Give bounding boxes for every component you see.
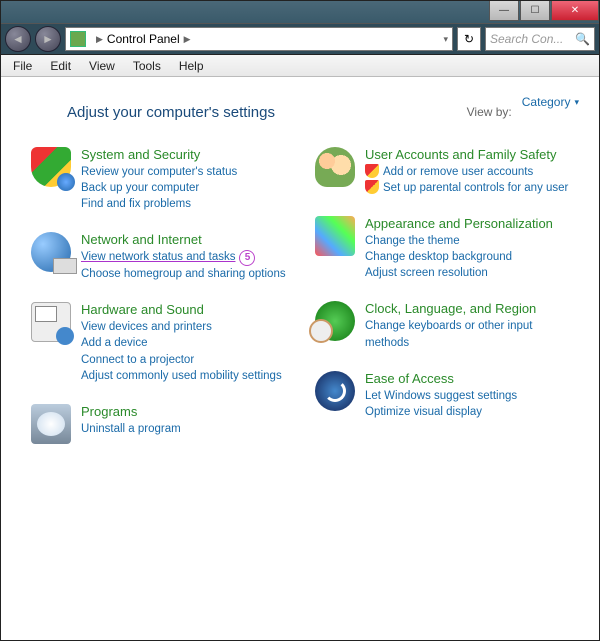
category-heading[interactable]: User Accounts and Family Safety bbox=[365, 147, 568, 162]
category-clock-language: Clock, Language, and Region Change keybo… bbox=[315, 301, 579, 350]
view-by-label: View by: bbox=[467, 105, 512, 119]
task-link[interactable]: Set up parental controls for any user bbox=[365, 180, 568, 196]
task-link[interactable]: Choose homegroup and sharing options bbox=[81, 266, 286, 282]
task-link[interactable]: Change keyboards or other input methods bbox=[365, 318, 579, 350]
category-appearance: Appearance and Personalization Change th… bbox=[315, 216, 579, 281]
task-link[interactable]: Uninstall a program bbox=[81, 421, 181, 437]
category-network-internet: Network and Internet View network status… bbox=[31, 232, 295, 282]
task-link[interactable]: Change the theme bbox=[365, 233, 553, 249]
task-link[interactable]: View devices and printers bbox=[81, 319, 282, 335]
network-internet-icon[interactable] bbox=[31, 232, 71, 272]
category-heading[interactable]: Appearance and Personalization bbox=[365, 216, 553, 231]
menu-tools[interactable]: Tools bbox=[125, 57, 169, 75]
category-heading[interactable]: Ease of Access bbox=[365, 371, 517, 386]
task-link[interactable]: Change desktop background bbox=[365, 249, 553, 265]
search-input[interactable]: Search Con... 🔍 bbox=[485, 27, 595, 51]
category-heading[interactable]: Network and Internet bbox=[81, 232, 286, 247]
task-link[interactable]: Find and fix problems bbox=[81, 196, 237, 212]
titlebar: — ☐ ✕ bbox=[1, 1, 599, 23]
category-heading[interactable]: System and Security bbox=[81, 147, 237, 162]
search-placeholder: Search Con... bbox=[490, 32, 563, 46]
appearance-icon[interactable] bbox=[315, 216, 355, 256]
minimize-button[interactable]: — bbox=[489, 1, 519, 21]
view-by-control: View by: Category bbox=[467, 95, 579, 129]
task-link[interactable]: Optimize visual display bbox=[365, 404, 517, 420]
programs-icon[interactable] bbox=[31, 404, 71, 444]
shield-icon bbox=[365, 164, 379, 178]
system-security-icon[interactable] bbox=[31, 147, 71, 187]
breadcrumb-sep-icon: ▶ bbox=[96, 34, 103, 45]
user-accounts-icon[interactable] bbox=[315, 147, 355, 187]
annotation-badge: 5 bbox=[239, 250, 255, 266]
task-link[interactable]: Let Windows suggest settings bbox=[365, 388, 517, 404]
page-title: Adjust your computer's settings bbox=[67, 104, 275, 121]
category-heading[interactable]: Programs bbox=[81, 404, 181, 419]
task-link[interactable]: Add a device bbox=[81, 335, 282, 351]
menu-help[interactable]: Help bbox=[171, 57, 212, 75]
category-heading[interactable]: Clock, Language, and Region bbox=[365, 301, 579, 316]
address-bar[interactable]: ▶ Control Panel ▶ ▾ bbox=[65, 27, 453, 51]
right-column: User Accounts and Family Safety Add or r… bbox=[315, 147, 579, 464]
task-link[interactable]: Back up your computer bbox=[81, 180, 237, 196]
menu-view[interactable]: View bbox=[81, 57, 123, 75]
close-button[interactable]: ✕ bbox=[551, 1, 599, 21]
window-buttons: — ☐ ✕ bbox=[488, 1, 599, 21]
forward-button[interactable]: ► bbox=[35, 26, 61, 52]
category-ease-of-access: Ease of Access Let Windows suggest setti… bbox=[315, 371, 579, 420]
task-link-label: View network status and tasks bbox=[81, 251, 235, 263]
category-programs: Programs Uninstall a program bbox=[31, 404, 295, 444]
shield-icon bbox=[365, 180, 379, 194]
hardware-sound-icon[interactable] bbox=[31, 302, 71, 342]
breadcrumb-location[interactable]: Control Panel bbox=[107, 32, 180, 46]
control-panel-icon bbox=[70, 31, 86, 47]
task-link-label: Set up parental controls for any user bbox=[383, 180, 568, 196]
task-link[interactable]: Connect to a projector bbox=[81, 352, 282, 368]
navigation-bar: ◄ ► ▶ Control Panel ▶ ▾ ↻ Search Con... … bbox=[1, 23, 599, 55]
view-by-dropdown[interactable]: Category bbox=[522, 95, 579, 109]
menu-edit[interactable]: Edit bbox=[42, 57, 79, 75]
content-header: Adjust your computer's settings View by:… bbox=[67, 95, 579, 129]
refresh-button[interactable]: ↻ bbox=[457, 27, 481, 51]
category-hardware-sound: Hardware and Sound View devices and prin… bbox=[31, 302, 295, 383]
task-link[interactable]: Adjust commonly used mobility settings bbox=[81, 368, 282, 384]
category-heading[interactable]: Hardware and Sound bbox=[81, 302, 282, 317]
menu-file[interactable]: File bbox=[5, 57, 40, 75]
clock-language-icon[interactable] bbox=[315, 301, 355, 341]
task-link-label: Add or remove user accounts bbox=[383, 164, 533, 180]
search-icon: 🔍 bbox=[575, 32, 590, 46]
category-system-security: System and Security Review your computer… bbox=[31, 147, 295, 212]
task-link[interactable]: Add or remove user accounts bbox=[365, 164, 568, 180]
back-button[interactable]: ◄ bbox=[5, 26, 31, 52]
control-panel-window: — ☐ ✕ ◄ ► ▶ Control Panel ▶ ▾ ↻ Search C… bbox=[0, 0, 600, 641]
content-area: Adjust your computer's settings View by:… bbox=[1, 77, 599, 640]
left-column: System and Security Review your computer… bbox=[31, 147, 295, 464]
category-columns: System and Security Review your computer… bbox=[31, 147, 579, 464]
task-link-view-network-status[interactable]: View network status and tasks 5 bbox=[81, 249, 286, 266]
category-user-accounts: User Accounts and Family Safety Add or r… bbox=[315, 147, 579, 196]
breadcrumb-sep-icon[interactable]: ▶ bbox=[184, 34, 191, 45]
address-dropdown-icon[interactable]: ▾ bbox=[443, 34, 448, 45]
maximize-button[interactable]: ☐ bbox=[520, 1, 550, 21]
task-link[interactable]: Review your computer's status bbox=[81, 164, 237, 180]
menu-bar: File Edit View Tools Help bbox=[1, 55, 599, 77]
ease-of-access-icon[interactable] bbox=[315, 371, 355, 411]
task-link[interactable]: Adjust screen resolution bbox=[365, 265, 553, 281]
